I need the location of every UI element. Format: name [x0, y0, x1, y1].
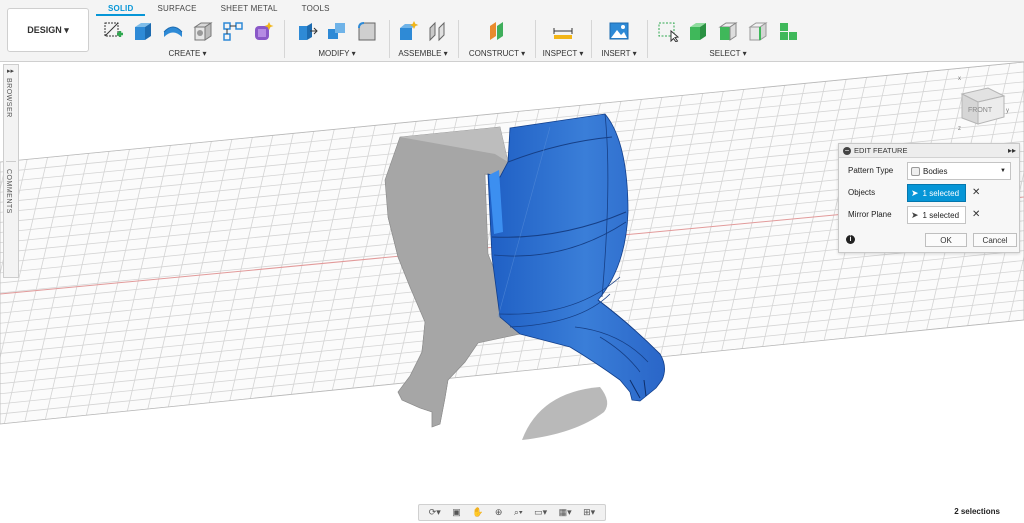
viewcube-front-label: FRONT [968, 107, 993, 114]
objects-value: 1 selected [922, 188, 960, 198]
tab-sheet-metal[interactable]: SHEET METAL [209, 0, 290, 16]
joint-icon[interactable] [426, 19, 450, 43]
tab-surface[interactable]: SURFACE [145, 0, 208, 16]
clear-objects-icon[interactable]: ✕ [972, 187, 980, 198]
rectangular-pattern-icon[interactable] [221, 19, 245, 43]
panel-divider [6, 161, 16, 162]
toolbar-divider [284, 20, 285, 58]
tab-solid[interactable]: SOLID [96, 0, 146, 16]
toolbar: DESIGN ▾ SOLID SURFACE SHEET METAL TOOLS [0, 0, 1024, 62]
sketch-icon[interactable] [101, 19, 125, 43]
zoom-icon[interactable]: ⌕▾ [514, 507, 523, 518]
bottom-bar: ⟳▾ ▣ ✋ ⊕ ⌕▾ ▭▾ ▦▾ ⊞▾ 2 selections [0, 502, 1024, 523]
objects-label: Objects [848, 188, 876, 197]
tab-tools[interactable]: TOOLS [290, 0, 342, 16]
shell-icon[interactable] [191, 19, 215, 43]
toolbar-divider [535, 20, 536, 58]
form-icon[interactable] [251, 19, 275, 43]
toolbar-divider [591, 20, 592, 58]
canvas-scene: FRONT x y z [0, 61, 1024, 440]
toolbar-divider [458, 20, 459, 58]
info-icon[interactable]: i [846, 235, 855, 244]
browser-tab[interactable]: BROWSER [5, 78, 12, 118]
display-settings-icon[interactable]: ▭▾ [534, 507, 547, 518]
select-body-icon[interactable] [686, 19, 710, 43]
pattern-type-label: Pattern Type [848, 166, 894, 175]
inspect-group: INSPECT ▾ [538, 17, 588, 61]
mirror-plane-row: Mirror Plane ➤ 1 selected ✕ [839, 205, 1019, 225]
body-shadow [522, 387, 608, 440]
select-menu[interactable]: SELECT ▾ [650, 49, 806, 58]
pattern-type-select[interactable]: Bodies ▼ [907, 162, 1011, 180]
selection-status: 2 selections [954, 507, 1000, 516]
mirror-plane-value: 1 selected [922, 210, 960, 220]
ok-button[interactable]: OK [925, 233, 967, 247]
toolbar-divider [389, 20, 390, 58]
expand-icon[interactable]: ▸▸ [7, 67, 14, 75]
bodies-icon [911, 166, 920, 176]
collapse-icon[interactable]: − [843, 146, 851, 155]
svg-text:z: z [958, 126, 961, 132]
svg-text:y: y [1006, 108, 1009, 114]
navigation-bar: ⟳▾ ▣ ✋ ⊕ ⌕▾ ▭▾ ▦▾ ⊞▾ [418, 504, 606, 521]
comments-tab[interactable]: COMMENTS [5, 169, 12, 214]
look-at-icon[interactable]: ▣ [452, 507, 461, 518]
modify-group: MODIFY ▾ [288, 17, 386, 61]
pan-icon[interactable]: ✋ [472, 507, 483, 518]
combine-icon[interactable] [325, 19, 349, 43]
orbit-icon[interactable]: ⟳▾ [429, 507, 441, 518]
3d-viewport[interactable]: FRONT x y z [0, 61, 1024, 502]
cursor-icon: ➤ [911, 187, 919, 198]
insert-image-icon[interactable] [607, 19, 631, 43]
select-face-icon[interactable] [716, 19, 740, 43]
objects-row: Objects ➤ 1 selected ✕ [839, 183, 1019, 203]
measure-icon[interactable] [551, 19, 575, 43]
insert-menu[interactable]: INSERT ▾ [594, 49, 644, 58]
expand-dialog-icon[interactable]: ▸▸ [1008, 146, 1016, 155]
fillet-icon[interactable] [355, 19, 379, 43]
svg-text:x: x [958, 76, 961, 82]
edit-feature-dialog: − EDIT FEATURE ▸▸ Pattern Type Bodies ▼ … [838, 143, 1020, 253]
modify-menu[interactable]: MODIFY ▾ [288, 49, 386, 58]
select-component-icon[interactable] [776, 19, 800, 43]
press-pull-icon[interactable] [295, 19, 319, 43]
toolbar-tabs: SOLID SURFACE SHEET METAL TOOLS [96, 0, 342, 16]
toolbar-divider [647, 20, 648, 58]
mirror-plane-label: Mirror Plane [848, 210, 892, 219]
viewports-icon[interactable]: ⊞▾ [583, 507, 595, 518]
window-select-icon[interactable] [656, 19, 680, 43]
cursor-icon: ➤ [911, 209, 919, 220]
revolve-icon[interactable] [161, 19, 185, 43]
objects-selection[interactable]: ➤ 1 selected [907, 184, 966, 202]
inspect-menu[interactable]: INSPECT ▾ [538, 49, 588, 58]
create-menu[interactable]: CREATE ▾ [95, 49, 280, 58]
zoom-window-icon[interactable]: ⊕ [495, 507, 503, 518]
cancel-button[interactable]: Cancel [973, 233, 1017, 247]
browser-panel-collapsed[interactable]: ▸▸ BROWSER COMMENTS [3, 64, 19, 278]
pattern-type-value: Bodies [923, 166, 948, 176]
design-workspace-button[interactable]: DESIGN ▾ [7, 8, 89, 52]
dialog-header[interactable]: − EDIT FEATURE ▸▸ [839, 144, 1019, 158]
pattern-type-row: Pattern Type Bodies ▼ [839, 161, 1019, 181]
select-edge-icon[interactable] [746, 19, 770, 43]
mirror-plane-selection[interactable]: ➤ 1 selected [907, 206, 966, 224]
assemble-group: ASSEMBLE ▾ [392, 17, 454, 61]
dialog-title: EDIT FEATURE [854, 146, 908, 155]
plane-icon[interactable] [485, 19, 509, 43]
grid-settings-icon[interactable]: ▦▾ [559, 507, 572, 518]
insert-group: INSERT ▾ [594, 17, 644, 61]
chevron-down-icon: ▼ [1000, 168, 1006, 174]
extrude-icon[interactable] [131, 19, 155, 43]
create-group: CREATE ▾ [95, 17, 280, 61]
new-component-icon[interactable] [396, 19, 420, 43]
clear-mirror-plane-icon[interactable]: ✕ [972, 209, 980, 220]
construct-group: CONSTRUCT ▾ [462, 17, 532, 61]
construct-menu[interactable]: CONSTRUCT ▾ [462, 49, 532, 58]
assemble-menu[interactable]: ASSEMBLE ▾ [392, 49, 454, 58]
select-group: SELECT ▾ [650, 17, 806, 61]
